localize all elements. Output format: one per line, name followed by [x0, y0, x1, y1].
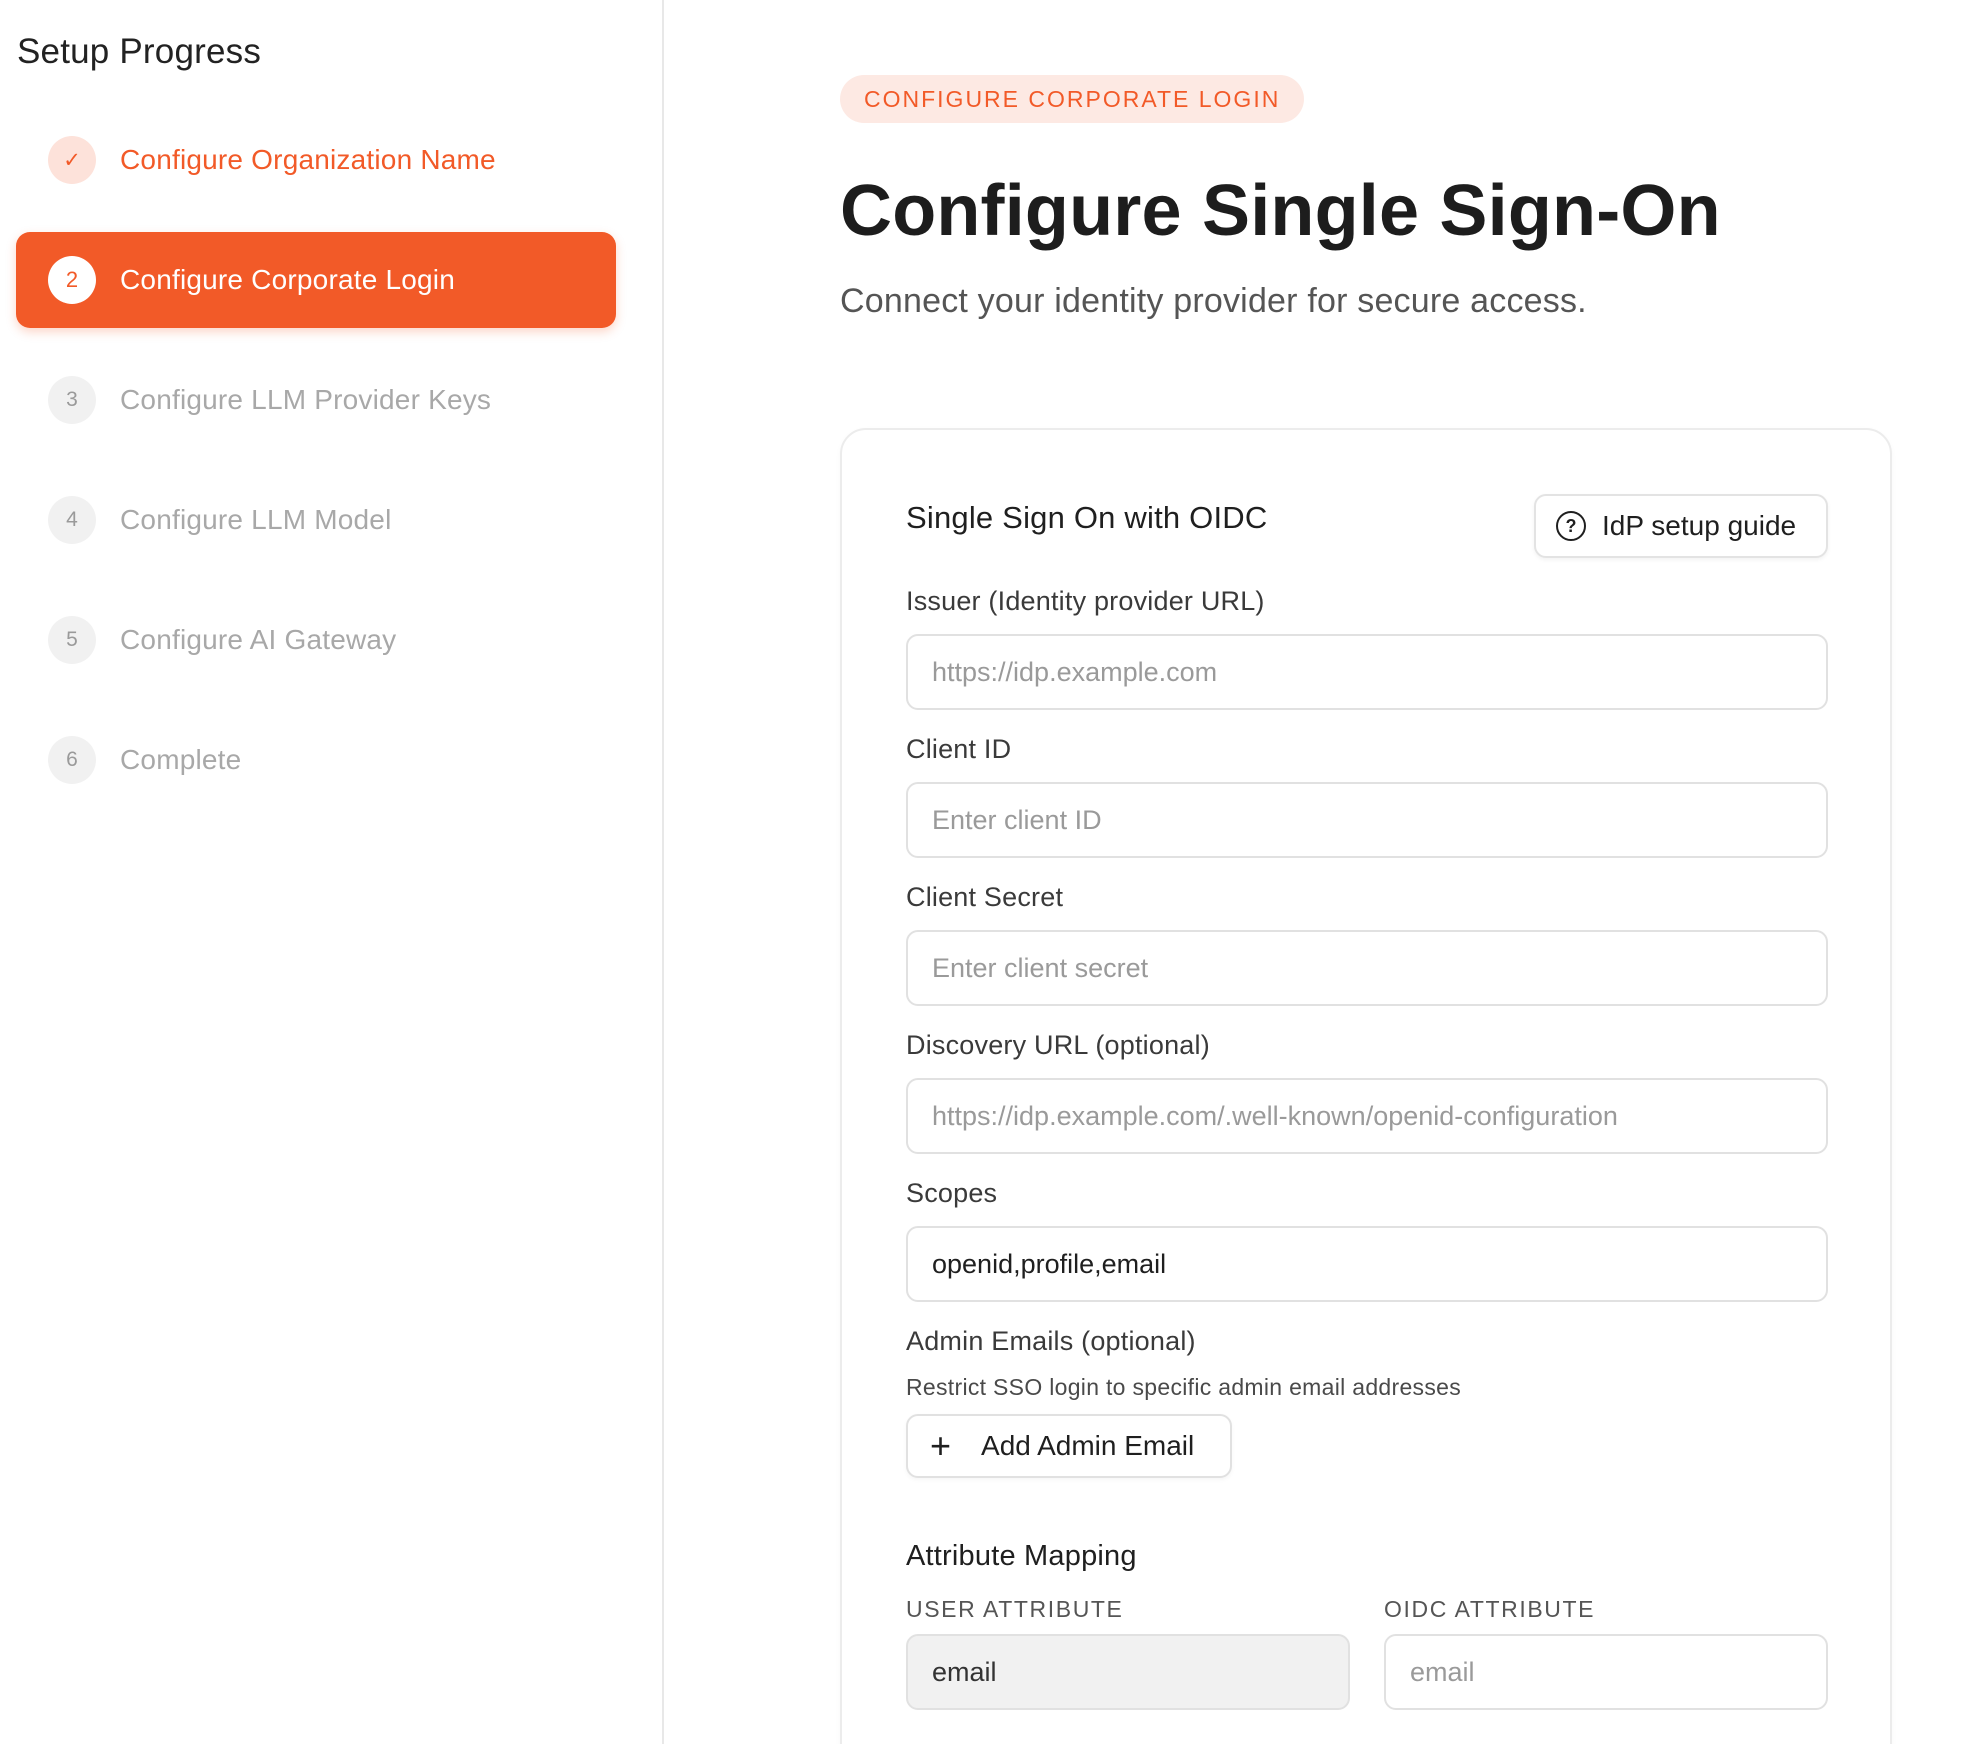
step-number-badge: 6 — [48, 736, 96, 784]
oidc-attribute-header: OIDC ATTRIBUTE — [1384, 1596, 1596, 1622]
idp-setup-guide-button[interactable]: ? IdP setup guide — [1534, 494, 1828, 558]
oidc-config-card: Single Sign On with OIDC ? IdP setup gui… — [840, 428, 1892, 1744]
admin-emails-helper: Restrict SSO login to specific admin ema… — [906, 1374, 1462, 1400]
oidc-attribute-email-input[interactable] — [1384, 1634, 1828, 1710]
check-icon: ✓ — [48, 136, 96, 184]
step-configure-organization-name[interactable]: ✓ Configure Organization Name — [16, 112, 616, 208]
add-admin-email-label: Add Admin Email — [981, 1430, 1195, 1461]
issuer-label: Issuer (Identity provider URL) — [906, 586, 1265, 616]
page-title: Configure Single Sign-On — [840, 171, 1721, 251]
help-circle-icon: ? — [1556, 511, 1586, 541]
step-label: Configure LLM Model — [120, 504, 392, 535]
plus-icon: + — [930, 1425, 952, 1466]
step-configure-corporate-login[interactable]: 2 Configure Corporate Login — [16, 232, 616, 328]
steps-list: ✓ Configure Organization Name 2 Configur… — [16, 112, 616, 832]
step-number-badge: 4 — [48, 496, 96, 544]
step-number-badge: 3 — [48, 376, 96, 424]
card-title: Single Sign On with OIDC — [906, 500, 1268, 535]
admin-emails-label: Admin Emails (optional) — [906, 1326, 1196, 1356]
setup-sidebar: Setup Progress ✓ Configure Organization … — [0, 0, 664, 1744]
scopes-input[interactable] — [906, 1226, 1828, 1302]
step-category-pill: CONFIGURE CORPORATE LOGIN — [840, 75, 1305, 123]
step-label: Configure AI Gateway — [120, 624, 397, 655]
main-content: CONFIGURE CORPORATE LOGIN Configure Sing… — [666, 0, 1976, 1744]
step-complete[interactable]: 6 Complete — [16, 712, 616, 808]
step-label: Configure LLM Provider Keys — [120, 384, 492, 415]
client-secret-input[interactable] — [906, 930, 1828, 1006]
client-id-input[interactable] — [906, 782, 1828, 858]
user-attribute-email-field — [906, 1634, 1350, 1710]
step-configure-llm-provider-keys[interactable]: 3 Configure LLM Provider Keys — [16, 352, 616, 448]
attribute-mapping-title: Attribute Mapping — [906, 1540, 1137, 1572]
issuer-input[interactable] — [906, 634, 1828, 710]
add-admin-email-button[interactable]: + Add Admin Email — [906, 1414, 1232, 1478]
step-label: Configure Organization Name — [120, 144, 496, 175]
app-root: Setup Progress ✓ Configure Organization … — [0, 0, 1976, 1744]
step-configure-llm-model[interactable]: 4 Configure LLM Model — [16, 472, 616, 568]
step-label: Complete — [120, 744, 242, 775]
step-number-badge: 5 — [48, 616, 96, 664]
guide-button-label: IdP setup guide — [1602, 510, 1797, 541]
scopes-label: Scopes — [906, 1178, 998, 1208]
user-attribute-header: USER ATTRIBUTE — [906, 1596, 1124, 1622]
sidebar-title: Setup Progress — [17, 32, 262, 71]
step-configure-ai-gateway[interactable]: 5 Configure AI Gateway — [16, 592, 616, 688]
client-id-label: Client ID — [906, 734, 1012, 764]
step-label: Configure Corporate Login — [120, 264, 455, 295]
step-number-badge: 2 — [48, 256, 96, 304]
discovery-url-input[interactable] — [906, 1078, 1828, 1154]
client-secret-label: Client Secret — [906, 882, 1064, 912]
page-subtitle: Connect your identity provider for secur… — [840, 282, 1587, 320]
discovery-url-label: Discovery URL (optional) — [906, 1030, 1210, 1060]
